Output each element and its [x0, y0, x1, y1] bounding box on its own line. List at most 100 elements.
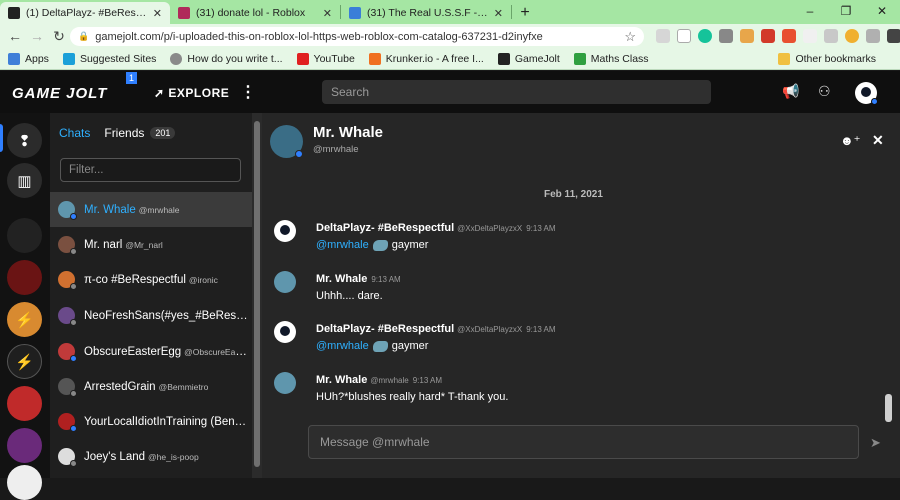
- more-menu-icon[interactable]: ⋮: [240, 82, 256, 102]
- chat-name: ObscureEasterEgg @ObscureEaster...: [84, 346, 249, 358]
- close-tab-icon[interactable]: ✕: [153, 7, 162, 20]
- chat-item-joeys-land[interactable]: Joey's Land @he_is-poop: [50, 439, 252, 474]
- browser-tab-1[interactable]: (1) DeltaPlayz- #BeRespectful on ✕: [0, 2, 170, 24]
- extension-cookie-icon[interactable]: [845, 29, 859, 43]
- rail-library-icon[interactable]: ▥: [7, 163, 42, 198]
- message-item: Mr. Whale 9:13 AM Uhhh.... dare.: [262, 268, 882, 312]
- add-member-icon[interactable]: ☻⁺: [840, 133, 861, 149]
- chat-item-name: ObscureEasterEgg: [84, 345, 182, 358]
- address-bar[interactable]: 🔒 gamejolt.com/p/i-uploaded-this-on-robl…: [70, 27, 644, 46]
- scrollbar-thumb[interactable]: [254, 121, 260, 467]
- tab-chats[interactable]: Chats: [59, 126, 90, 140]
- mention-link[interactable]: @mrwhale: [316, 340, 369, 352]
- chat-item-obscureeasteregg[interactable]: ObscureEasterEgg @ObscureEaster...: [50, 334, 252, 369]
- chat-item-handle: @mrwhale: [138, 204, 180, 215]
- chat-item-arrestedgrain[interactable]: ArrestedGrain @Bemmietro: [50, 369, 252, 404]
- minimize-icon[interactable]: –: [792, 0, 828, 22]
- avatar: [58, 201, 77, 220]
- chat-name: Mr. Whale @mrwhale: [84, 204, 180, 216]
- chat-header: Mr. Whale @mrwhale ☻⁺ ✕: [262, 113, 900, 167]
- extension-orange-icon[interactable]: [740, 29, 754, 43]
- avatar: [58, 236, 77, 255]
- extensions-puzzle-icon[interactable]: [887, 29, 900, 43]
- chat-list-scrollbar[interactable]: [252, 113, 262, 478]
- extension-gray-icon[interactable]: [719, 29, 733, 43]
- announcement-megaphone-icon[interactable]: 📢: [782, 83, 799, 100]
- rail-chat-icon[interactable]: ❢: [7, 123, 42, 158]
- extension-blank-icon[interactable]: [803, 29, 817, 43]
- bookmark-youtube[interactable]: YouTube: [296, 52, 355, 65]
- extension-grammarly-icon[interactable]: [698, 29, 712, 43]
- rail-community-3[interactable]: ⚡: [7, 302, 42, 337]
- extension-s-icon[interactable]: [677, 29, 691, 43]
- extension-g-icon[interactable]: [656, 29, 670, 43]
- avatar[interactable]: [274, 372, 296, 394]
- bookmark-maths-class[interactable]: Maths Class: [573, 52, 649, 65]
- chat-item-name: Mr. Whale: [84, 203, 136, 216]
- message-input[interactable]: Message @mrwhale: [308, 425, 859, 459]
- gamejolt-logo[interactable]: GAME JOLT: [12, 85, 107, 102]
- rail-community-6[interactable]: [7, 428, 42, 463]
- chat-tabs: Chats Friends 201: [59, 126, 176, 140]
- rail-community-5[interactable]: [7, 386, 42, 421]
- bookmark-krunker[interactable]: Krunker.io - A free I...: [368, 52, 484, 65]
- message-author[interactable]: Mr. Whale @mrwhale 9:13 AM: [316, 374, 442, 386]
- other-bookmarks[interactable]: Other bookmarks: [778, 52, 876, 65]
- close-tab-icon[interactable]: ✕: [323, 7, 332, 20]
- bookmark-apps[interactable]: Apps: [8, 52, 49, 65]
- new-tab-button[interactable]: +: [512, 2, 538, 24]
- close-tab-icon[interactable]: ✕: [494, 7, 503, 20]
- filter-input[interactable]: Filter...: [60, 158, 241, 182]
- bookmark-suggested-sites[interactable]: Suggested Sites: [62, 52, 156, 65]
- tab-title: (31) The Real U.S.S.F - Roblox: [367, 7, 488, 19]
- avatar[interactable]: [274, 220, 296, 242]
- back-arrow-icon[interactable]: ←: [4, 28, 26, 44]
- message-author[interactable]: Mr. Whale 9:13 AM: [316, 273, 401, 285]
- chat-item-neofreshsans[interactable]: NeoFreshSans(#yes_#BeRespe...: [50, 298, 252, 333]
- rail-community-1[interactable]: [7, 218, 42, 253]
- search-icon: [170, 52, 183, 65]
- chat-item-yourlocalidiot[interactable]: YourLocalIdiotInTraining (Benry...: [50, 404, 252, 439]
- message-author[interactable]: DeltaPlayz- #BeRespectful @XxDeltaPlayzxX…: [316, 323, 556, 335]
- restore-icon[interactable]: ❐: [828, 0, 864, 22]
- rail-community-7[interactable]: [7, 465, 42, 500]
- status-dot: [70, 319, 77, 326]
- bookmark-how-do-you-write[interactable]: How do you write t...: [170, 52, 283, 65]
- friend-requests-icon[interactable]: ⚇: [818, 83, 831, 100]
- chat-item-mr-narl[interactable]: Mr. narl @Mr_narl: [50, 227, 252, 262]
- explore-button[interactable]: ➚ EXPLORE: [154, 86, 229, 100]
- chat-scrollbar-thumb[interactable]: [885, 394, 892, 422]
- extension-doc-icon[interactable]: [824, 29, 838, 43]
- forward-arrow-icon[interactable]: →: [26, 28, 48, 44]
- browser-tab-2[interactable]: (31) donate lol - Roblox ✕: [170, 2, 340, 24]
- reload-icon[interactable]: ↻: [48, 28, 70, 45]
- chat-item-pi-co[interactable]: π-co #BeRespectful @ironic: [50, 262, 252, 297]
- extension-grid-icon[interactable]: [866, 29, 880, 43]
- bookmark-label: How do you write t...: [187, 52, 283, 65]
- message-author[interactable]: DeltaPlayz- #BeRespectful @XxDeltaPlayzxX…: [316, 222, 556, 234]
- youtube-icon: [296, 52, 309, 65]
- tab-friends[interactable]: Friends: [104, 126, 144, 140]
- bookmark-star-icon[interactable]: ☆: [624, 29, 636, 45]
- avatar[interactable]: [274, 321, 296, 343]
- author-name: DeltaPlayz- #BeRespectful: [316, 323, 455, 335]
- bookmark-label: GameJolt: [514, 52, 560, 65]
- send-icon[interactable]: ➤: [870, 435, 881, 451]
- close-window-icon[interactable]: ✕: [864, 0, 900, 22]
- avatar[interactable]: [274, 271, 296, 293]
- search-input[interactable]: Search: [322, 80, 711, 104]
- bookmark-gamejolt[interactable]: GameJolt: [497, 52, 560, 65]
- chat-item-mr-whale[interactable]: Mr. Whale @mrwhale: [50, 192, 252, 227]
- explore-label: EXPLORE: [168, 86, 230, 100]
- mention-link[interactable]: @mrwhale: [316, 239, 369, 251]
- rail-community-4[interactable]: ⚡: [7, 344, 42, 379]
- author-name: Mr. Whale: [316, 374, 368, 386]
- message-item: DeltaPlayz- #BeRespectful @XxDeltaPlayzxX…: [262, 318, 882, 362]
- extension-red-icon[interactable]: [761, 29, 775, 43]
- rail-community-2[interactable]: [7, 260, 42, 295]
- browser-tab-3[interactable]: (31) The Real U.S.S.F - Roblox ✕: [341, 2, 511, 24]
- close-icon[interactable]: ✕: [872, 132, 884, 149]
- whale-emoji-icon: [372, 340, 388, 352]
- user-avatar[interactable]: [855, 82, 878, 105]
- extension-bpm-icon[interactable]: [782, 29, 796, 43]
